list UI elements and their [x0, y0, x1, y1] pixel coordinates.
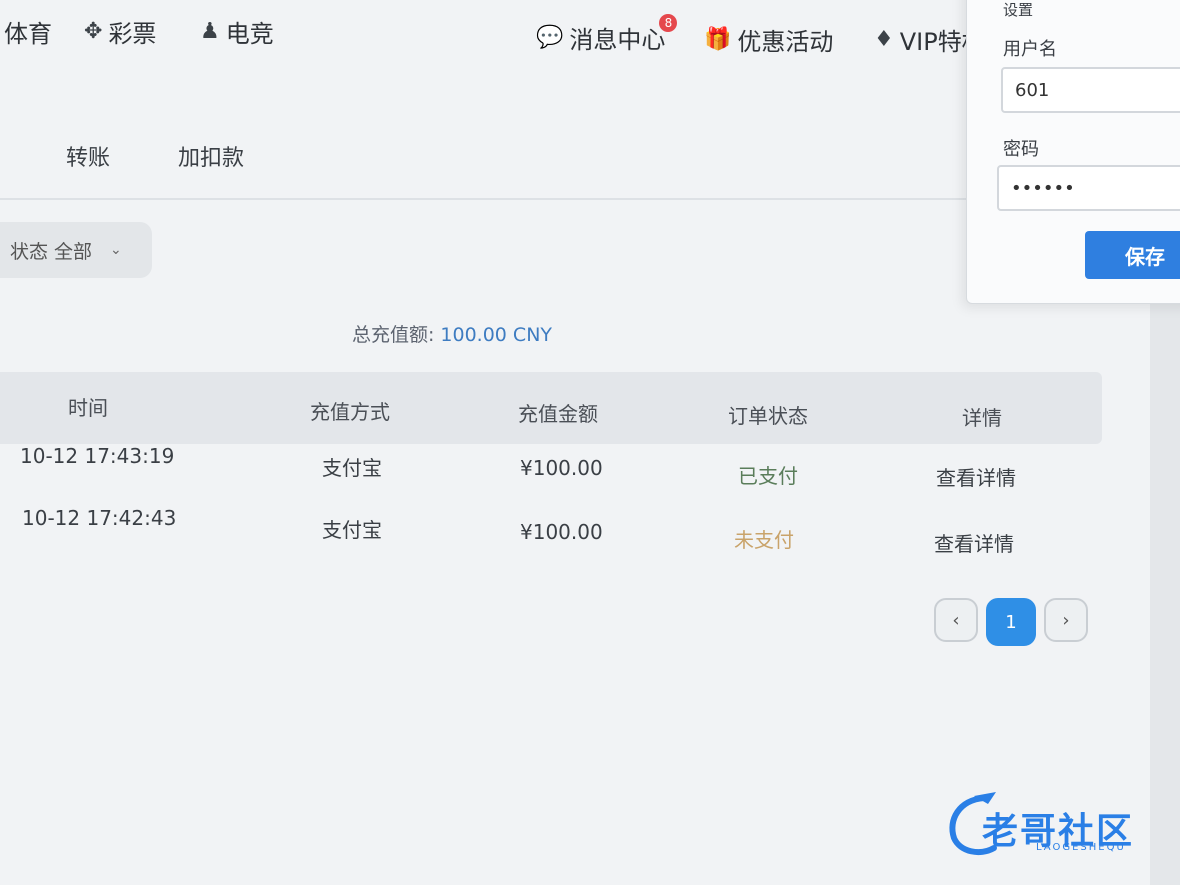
total-recharge-label: 总充值额:	[352, 324, 435, 346]
status-filter-value: 全部	[54, 240, 93, 263]
row-time: 10-12 17:42:43	[22, 506, 177, 530]
watermark-logo: 老哥社区 LAOGESHEQU	[944, 790, 1174, 860]
chevron-down-icon: ⌄	[110, 242, 122, 258]
table-header: 时间 充值方式 充值金额 订单状态 详情	[0, 372, 1102, 444]
prev-page-button[interactable]: ‹	[934, 598, 978, 642]
tab-adjust[interactable]: 加扣款	[178, 140, 244, 172]
col-time: 时间	[68, 396, 108, 420]
message-count-badge: 8	[659, 14, 678, 32]
nav-promotions[interactable]: 🎁 优惠活动	[704, 22, 833, 57]
password-input[interactable]: ••••••	[997, 165, 1180, 211]
col-method: 充值方式	[310, 400, 390, 424]
row-status: 未支付	[734, 528, 794, 552]
popover-title: 设置	[1003, 1, 1034, 19]
row-status: 已支付	[738, 464, 798, 488]
next-page-button[interactable]: ›	[1044, 598, 1088, 642]
nav-sports[interactable]: 体育	[4, 14, 52, 49]
table-row: 10-12 17:43:19 支付宝 ¥100.00 已支付 查看详情	[0, 444, 1102, 504]
nav-esports-label: 电竞	[225, 20, 274, 48]
total-recharge-summary: 总充值额: 100.00 CNY	[352, 320, 552, 347]
status-filter-label: 状态	[10, 240, 49, 263]
password-label: 密码	[1003, 139, 1039, 160]
nav-promotions-label: 优惠活动	[737, 28, 834, 56]
nav-lottery-label: 彩票	[108, 20, 157, 48]
tab-transfer[interactable]: 转账	[66, 140, 110, 172]
row-method: 支付宝	[322, 456, 382, 480]
settings-popover: 设置 用户名 601 密码 •••••• 保存	[966, 0, 1180, 304]
nav-messages-label: 消息中心	[569, 26, 666, 54]
username-label: 用户名	[1003, 39, 1057, 60]
nav-esports[interactable]: ♟ 电竞	[200, 14, 274, 49]
status-filter-select[interactable]: 状态 全部 ⌄	[0, 222, 152, 278]
row-time: 10-12 17:43:19	[20, 444, 175, 468]
pagination: ‹ 1 ›	[934, 598, 1088, 646]
view-detail-link[interactable]: 查看详情	[934, 528, 1014, 557]
row-amount: ¥100.00	[520, 456, 603, 480]
watermark-subtext: LAOGESHEQU	[1036, 842, 1126, 853]
col-amount: 充值金额	[518, 402, 598, 426]
nav-sports-label: 体育	[4, 20, 52, 48]
esports-icon: ♟	[200, 19, 220, 44]
col-detail: 详情	[962, 406, 1002, 430]
nav-messages[interactable]: 💬 消息中心 8	[536, 14, 678, 55]
row-method: 支付宝	[322, 518, 382, 542]
lottery-icon: ✥	[84, 19, 103, 44]
col-status: 订单状态	[728, 404, 808, 428]
diamond-icon: ♦	[874, 27, 894, 52]
save-button[interactable]: 保存	[1085, 231, 1180, 279]
page-1-button[interactable]: 1	[986, 598, 1036, 646]
message-icon: 💬	[536, 25, 564, 50]
total-recharge-amount: 100.00 CNY	[440, 324, 553, 346]
row-amount: ¥100.00	[520, 520, 603, 544]
gift-icon: 🎁	[704, 27, 732, 52]
username-input[interactable]: 601	[1001, 67, 1180, 113]
table-row: 10-12 17:42:43 支付宝 ¥100.00 未支付 查看详情	[0, 506, 1102, 566]
view-detail-link[interactable]: 查看详情	[936, 462, 1016, 491]
nav-lottery[interactable]: ✥ 彩票	[84, 14, 156, 49]
